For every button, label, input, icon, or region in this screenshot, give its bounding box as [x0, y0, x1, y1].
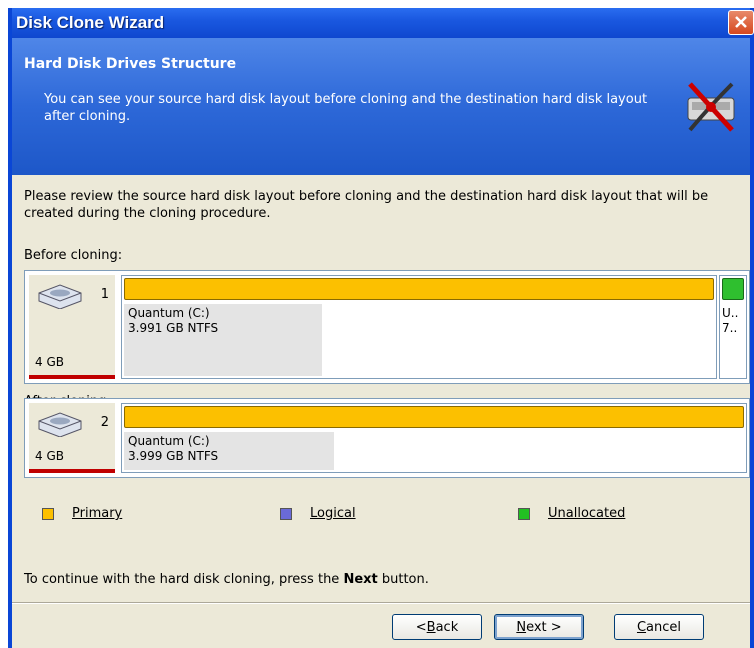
back-label-accel: B	[426, 619, 436, 635]
hard-disk-icon	[35, 283, 85, 313]
legend-logical: Logical	[280, 506, 356, 521]
disk-size: 4 GB	[35, 355, 64, 369]
legend-logical-label[interactable]: Logical	[310, 506, 356, 521]
intro-text: Please review the source hard disk layou…	[24, 189, 709, 221]
partition-type-bar	[124, 278, 714, 300]
hard-disk-icon	[35, 411, 85, 441]
partition-unallocated[interactable]: U.. 7..	[719, 275, 747, 379]
partition-name: U..	[722, 306, 739, 320]
legend-unallocated: Unallocated	[518, 506, 625, 521]
next-button[interactable]: Next >	[494, 614, 584, 640]
footer-separator	[12, 602, 750, 604]
partition-label: U.. 7..	[722, 306, 738, 336]
back-label-post: ack	[435, 619, 459, 635]
partition-primary[interactable]: Quantum (C:) 3.999 GB NTFS	[121, 403, 747, 473]
header-description: You can see your source hard disk layout…	[44, 92, 648, 124]
partition-label: Quantum (C:) 3.999 GB NTFS	[128, 434, 218, 464]
before-cloning-label: Before cloning:	[24, 248, 123, 263]
legend-unallocated-label[interactable]: Unallocated	[548, 506, 625, 521]
partition-label: Quantum (C:) 3.991 GB NTFS	[128, 306, 218, 336]
partition-name: Quantum (C:)	[128, 434, 210, 448]
footer-text-end: button.	[377, 572, 429, 587]
header-title: Hard Disk Drives Structure	[24, 56, 237, 72]
back-button[interactable]: < Back	[392, 614, 482, 640]
window-title: Disk Clone Wizard	[16, 13, 165, 32]
title-bar[interactable]: Disk Clone Wizard	[12, 8, 754, 38]
wizard-window: Disk Clone Wizard Hard Disk Drives Struc…	[8, 8, 754, 648]
footer-text-bold: Next	[343, 572, 378, 587]
partition-primary[interactable]: Quantum (C:) 3.991 GB NTFS	[121, 275, 717, 379]
legend-primary: Primary	[42, 506, 122, 521]
next-label-post: ext >	[526, 619, 562, 635]
disk-number: 1	[100, 287, 109, 302]
legend-primary-label[interactable]: Primary	[72, 506, 122, 521]
back-label-pre: <	[415, 619, 427, 635]
close-button[interactable]	[728, 10, 754, 35]
disk-size: 4 GB	[35, 449, 64, 463]
primary-swatch	[42, 507, 54, 520]
cancel-label-post: ancel	[646, 619, 682, 635]
partition-type-bar	[124, 406, 744, 428]
wizard-header: Hard Disk Drives Structure You can see y…	[12, 38, 750, 175]
before-disk-row: 1 4 GB Quantum (C:) 3.991 GB NTFS U.. 7.…	[24, 270, 750, 384]
disk-info[interactable]: 1 4 GB	[29, 275, 115, 379]
partition-details: 3.991 GB NTFS	[128, 321, 219, 335]
partition-details: 7..	[722, 321, 738, 335]
partition-name: Quantum (C:)	[128, 306, 210, 320]
footer-instructions: To continue with the hard disk cloning, …	[24, 572, 429, 587]
disk-clone-icon	[680, 76, 742, 142]
disk-info[interactable]: 2 4 GB	[29, 403, 115, 473]
next-label-accel: N	[516, 619, 527, 635]
after-disk-row: 2 4 GB Quantum (C:) 3.999 GB NTFS	[24, 398, 750, 478]
unallocated-swatch	[518, 507, 530, 520]
cancel-button[interactable]: Cancel	[614, 614, 704, 640]
logical-swatch	[280, 507, 292, 520]
disk-number: 2	[100, 415, 109, 430]
partition-details: 3.999 GB NTFS	[128, 449, 219, 463]
footer-text-start: To continue with the hard disk cloning, …	[24, 572, 344, 587]
cancel-label-accel: C	[636, 619, 647, 635]
partition-type-bar	[722, 278, 744, 300]
